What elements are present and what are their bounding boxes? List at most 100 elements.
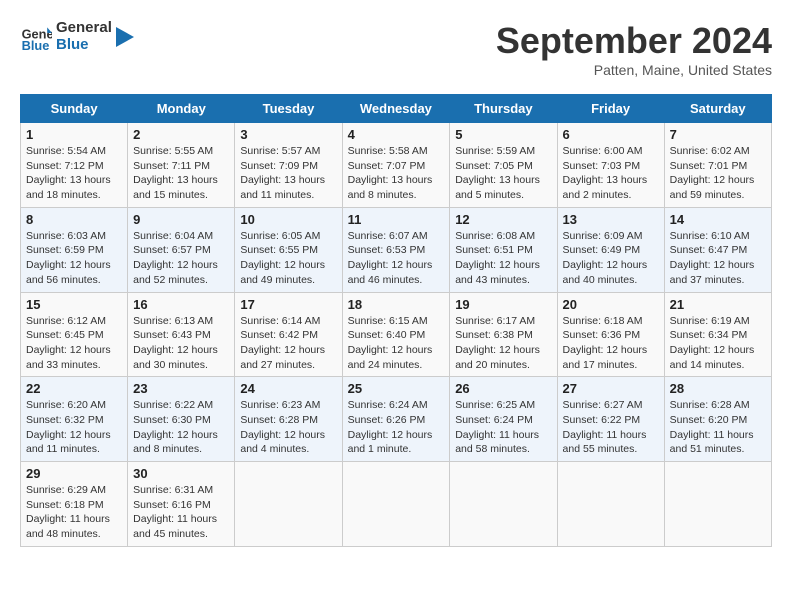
day-cell: 4Sunrise: 5:58 AMSunset: 7:07 PMDaylight… bbox=[342, 123, 450, 208]
day-cell: 26 Sunrise: 6:25 AMSunset: 6:24 PMDayligh… bbox=[450, 377, 557, 462]
day-cell: 21Sunrise: 6:19 AMSunset: 6:34 PMDayligh… bbox=[664, 292, 771, 377]
day-detail: Sunrise: 5:59 AMSunset: 7:05 PMDaylight:… bbox=[455, 144, 551, 203]
day-cell bbox=[235, 462, 342, 547]
calendar-table: SundayMondayTuesdayWednesdayThursdayFrid… bbox=[20, 94, 772, 547]
weekday-header-friday: Friday bbox=[557, 95, 664, 123]
week-row-3: 15 Sunrise: 6:12 AMSunset: 6:45 PMDayligh… bbox=[21, 292, 772, 377]
svg-text:Blue: Blue bbox=[22, 37, 50, 52]
week-row-1: 1 Sunrise: 5:54 AMSunset: 7:12 PMDaylight… bbox=[21, 123, 772, 208]
weekday-header-tuesday: Tuesday bbox=[235, 95, 342, 123]
day-cell: 29 Sunrise: 6:29 AMSunset: 6:18 PMDayligh… bbox=[21, 462, 128, 547]
day-detail: Sunrise: 6:17 AMSunset: 6:38 PMDaylight:… bbox=[455, 314, 551, 373]
day-cell bbox=[450, 462, 557, 547]
day-detail: Sunrise: 6:12 AMSunset: 6:45 PMDaylight:… bbox=[26, 314, 122, 373]
day-number: 6 bbox=[563, 127, 659, 142]
day-number: 14 bbox=[670, 212, 766, 227]
calendar-body: 1 Sunrise: 5:54 AMSunset: 7:12 PMDaylight… bbox=[21, 123, 772, 547]
day-detail: Sunrise: 6:10 AMSunset: 6:47 PMDaylight:… bbox=[670, 229, 766, 288]
day-cell: 22Sunrise: 6:20 AMSunset: 6:32 PMDayligh… bbox=[21, 377, 128, 462]
day-cell: 12 Sunrise: 6:08 AMSunset: 6:51 PMDayligh… bbox=[450, 207, 557, 292]
day-detail: Sunrise: 6:29 AMSunset: 6:18 PMDaylight:… bbox=[26, 483, 122, 542]
day-number: 28 bbox=[670, 381, 766, 396]
logo-arrow-icon bbox=[116, 27, 134, 47]
day-detail: Sunrise: 6:19 AMSunset: 6:34 PMDaylight:… bbox=[670, 314, 766, 373]
day-detail: Sunrise: 6:15 AMSunset: 6:40 PMDaylight:… bbox=[348, 314, 445, 373]
day-detail: Sunrise: 5:54 AMSunset: 7:12 PMDaylight:… bbox=[26, 144, 122, 203]
weekday-header-sunday: Sunday bbox=[21, 95, 128, 123]
weekday-header-wednesday: Wednesday bbox=[342, 95, 450, 123]
day-cell: 28 Sunrise: 6:28 AMSunset: 6:20 PMDayligh… bbox=[664, 377, 771, 462]
day-cell: 11 Sunrise: 6:07 AMSunset: 6:53 PMDayligh… bbox=[342, 207, 450, 292]
logo-blue: Blue bbox=[56, 37, 112, 54]
weekday-header-thursday: Thursday bbox=[450, 95, 557, 123]
day-number: 15 bbox=[26, 297, 122, 312]
day-number: 2 bbox=[133, 127, 229, 142]
day-number: 9 bbox=[133, 212, 229, 227]
day-detail: Sunrise: 6:14 AMSunset: 6:42 PMDaylight:… bbox=[240, 314, 336, 373]
day-number: 11 bbox=[348, 212, 445, 227]
day-cell bbox=[342, 462, 450, 547]
day-cell: 13 Sunrise: 6:09 AMSunset: 6:49 PMDayligh… bbox=[557, 207, 664, 292]
day-detail: Sunrise: 6:23 AMSunset: 6:28 PMDaylight:… bbox=[240, 398, 336, 457]
day-number: 1 bbox=[26, 127, 122, 142]
day-detail: Sunrise: 5:58 AMSunset: 7:07 PMDaylight:… bbox=[348, 144, 445, 203]
day-number: 26 bbox=[455, 381, 551, 396]
day-detail: Sunrise: 6:00 AMSunset: 7:03 PMDaylight:… bbox=[563, 144, 659, 203]
day-number: 13 bbox=[563, 212, 659, 227]
day-cell: 23Sunrise: 6:22 AMSunset: 6:30 PMDayligh… bbox=[128, 377, 235, 462]
day-detail: Sunrise: 6:05 AMSunset: 6:55 PMDaylight:… bbox=[240, 229, 336, 288]
week-row-5: 29 Sunrise: 6:29 AMSunset: 6:18 PMDayligh… bbox=[21, 462, 772, 547]
day-number: 16 bbox=[133, 297, 229, 312]
day-detail: Sunrise: 6:09 AMSunset: 6:49 PMDaylight:… bbox=[563, 229, 659, 288]
day-number: 8 bbox=[26, 212, 122, 227]
day-detail: Sunrise: 6:27 AMSunset: 6:22 PMDaylight:… bbox=[563, 398, 659, 457]
logo: General Blue General Blue bbox=[20, 20, 134, 53]
day-detail: Sunrise: 6:18 AMSunset: 6:36 PMDaylight:… bbox=[563, 314, 659, 373]
page-header: General Blue General Blue September 2024… bbox=[20, 20, 772, 78]
day-detail: Sunrise: 6:08 AMSunset: 6:51 PMDaylight:… bbox=[455, 229, 551, 288]
day-detail: Sunrise: 6:03 AMSunset: 6:59 PMDaylight:… bbox=[26, 229, 122, 288]
day-number: 5 bbox=[455, 127, 551, 142]
week-row-2: 8 Sunrise: 6:03 AMSunset: 6:59 PMDaylight… bbox=[21, 207, 772, 292]
day-number: 12 bbox=[455, 212, 551, 227]
day-number: 19 bbox=[455, 297, 551, 312]
location: Patten, Maine, United States bbox=[496, 62, 772, 78]
day-cell: 16 Sunrise: 6:13 AMSunset: 6:43 PMDayligh… bbox=[128, 292, 235, 377]
day-detail: Sunrise: 6:20 AMSunset: 6:32 PMDaylight:… bbox=[26, 398, 122, 457]
day-cell: 30Sunrise: 6:31 AMSunset: 6:16 PMDayligh… bbox=[128, 462, 235, 547]
day-number: 29 bbox=[26, 466, 122, 481]
day-number: 3 bbox=[240, 127, 336, 142]
day-number: 18 bbox=[348, 297, 445, 312]
title-block: September 2024 Patten, Maine, United Sta… bbox=[496, 20, 772, 78]
day-cell: 18 Sunrise: 6:15 AMSunset: 6:40 PMDayligh… bbox=[342, 292, 450, 377]
day-number: 30 bbox=[133, 466, 229, 481]
day-detail: Sunrise: 5:55 AMSunset: 7:11 PMDaylight:… bbox=[133, 144, 229, 203]
day-detail: Sunrise: 6:07 AMSunset: 6:53 PMDaylight:… bbox=[348, 229, 445, 288]
day-number: 24 bbox=[240, 381, 336, 396]
day-number: 17 bbox=[240, 297, 336, 312]
day-cell: 9 Sunrise: 6:04 AMSunset: 6:57 PMDaylight… bbox=[128, 207, 235, 292]
day-detail: Sunrise: 6:25 AMSunset: 6:24 PMDaylight:… bbox=[455, 398, 551, 457]
day-cell: 2 Sunrise: 5:55 AMSunset: 7:11 PMDaylight… bbox=[128, 123, 235, 208]
day-cell: 1 Sunrise: 5:54 AMSunset: 7:12 PMDaylight… bbox=[21, 123, 128, 208]
day-number: 27 bbox=[563, 381, 659, 396]
day-detail: Sunrise: 5:57 AMSunset: 7:09 PMDaylight:… bbox=[240, 144, 336, 203]
day-detail: Sunrise: 6:28 AMSunset: 6:20 PMDaylight:… bbox=[670, 398, 766, 457]
week-row-4: 22Sunrise: 6:20 AMSunset: 6:32 PMDayligh… bbox=[21, 377, 772, 462]
logo-icon: General Blue bbox=[20, 21, 52, 53]
day-cell: 17 Sunrise: 6:14 AMSunset: 6:42 PMDayligh… bbox=[235, 292, 342, 377]
logo-general: General bbox=[56, 20, 112, 37]
day-cell: 27 Sunrise: 6:27 AMSunset: 6:22 PMDayligh… bbox=[557, 377, 664, 462]
day-cell: 7 Sunrise: 6:02 AMSunset: 7:01 PMDaylight… bbox=[664, 123, 771, 208]
day-number: 10 bbox=[240, 212, 336, 227]
day-cell: 5 Sunrise: 5:59 AMSunset: 7:05 PMDaylight… bbox=[450, 123, 557, 208]
day-detail: Sunrise: 6:13 AMSunset: 6:43 PMDaylight:… bbox=[133, 314, 229, 373]
day-cell: 19 Sunrise: 6:17 AMSunset: 6:38 PMDayligh… bbox=[450, 292, 557, 377]
day-detail: Sunrise: 6:02 AMSunset: 7:01 PMDaylight:… bbox=[670, 144, 766, 203]
day-number: 25 bbox=[348, 381, 445, 396]
weekday-header-saturday: Saturday bbox=[664, 95, 771, 123]
day-number: 20 bbox=[563, 297, 659, 312]
day-number: 7 bbox=[670, 127, 766, 142]
day-cell: 6 Sunrise: 6:00 AMSunset: 7:03 PMDaylight… bbox=[557, 123, 664, 208]
day-detail: Sunrise: 6:04 AMSunset: 6:57 PMDaylight:… bbox=[133, 229, 229, 288]
